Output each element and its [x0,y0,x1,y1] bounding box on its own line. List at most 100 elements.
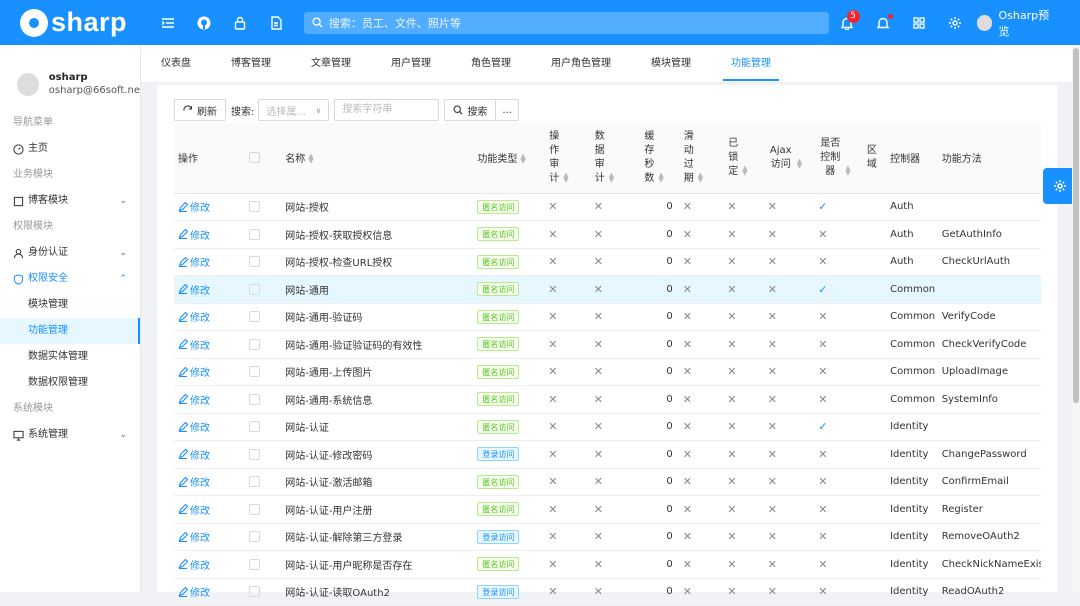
edit-link[interactable]: 修改 [178,199,241,214]
sidebar-item-security[interactable]: 权限安全 ⌃ [0,266,140,292]
tab-article-manage[interactable]: 文章管理 [291,45,371,83]
col-is-controller[interactable]: 是否控制器 ▲ ▼ [814,123,862,194]
select-all-checkbox[interactable] [248,152,260,163]
table-row[interactable]: 修改 网站-通用-上传图片 匿名访问 ✕ ✕ 0 ✕ ✕ ✕ ✕ Common UploadImage [174,358,1041,386]
row-checkbox[interactable] [248,311,260,322]
page-scrollbar[interactable] [1072,45,1080,592]
table-row[interactable]: 修改 网站-认证-用户昵称是否存在 匿名访问 ✕ ✕ 0 ✕ ✕ ✕ ✕ Identity Check… [174,550,1041,579]
row-checkbox[interactable] [248,366,260,377]
settings-button[interactable] [937,0,973,45]
edit-link[interactable]: 修改 [178,502,241,517]
sidebar-item-function-manage[interactable]: 功能管理 [0,318,140,344]
table-row[interactable]: 修改 网站-授权 匿名访问 ✕ ✕ 0 ✕ ✕ ✕ ✓ Auth [174,193,1041,221]
row-checkbox[interactable] [248,476,260,487]
col-locked[interactable]: 已锁定 ▲ ▼ [723,123,764,194]
edit-link[interactable]: 修改 [178,447,241,462]
cell-type: 登录访问 [473,440,545,469]
github-icon[interactable] [186,0,222,45]
col-cache[interactable]: 缓存秒数 ▲ ▼ [639,123,679,194]
edit-link[interactable]: 修改 [178,419,241,434]
tab-function-manage[interactable]: 功能管理 [711,45,791,83]
edit-link[interactable]: 修改 [178,474,241,489]
row-checkbox[interactable] [248,558,260,570]
cross-icon: ✕ [593,200,603,214]
tab-dashboard[interactable]: 仪表盘 [141,45,211,83]
edit-link[interactable]: 修改 [178,254,241,269]
cell-action [937,275,1041,304]
apps-button[interactable] [901,0,937,45]
table-row[interactable]: 修改 网站-认证-用户注册 匿名访问 ✕ ✕ 0 ✕ ✕ ✕ ✕ Identity Register [174,495,1041,524]
table-row[interactable]: 修改 网站-认证-激活邮箱 匿名访问 ✕ ✕ 0 ✕ ✕ ✕ ✕ Identity ConfirmEm… [174,468,1041,496]
row-checkbox[interactable] [248,531,260,542]
property-select[interactable]: 选择属... ∨ [258,99,330,121]
refresh-button[interactable]: 刷新 [174,99,226,121]
sidebar-item-blog[interactable]: 博客模块 ⌄ [0,188,140,214]
sidebar-item-system[interactable]: 系统管理 ⌄ [0,422,140,448]
col-sliding[interactable]: 滑动过期 ▲ ▼ [678,123,724,194]
sidebar-item-data-permission[interactable]: 数据权限管理 [0,370,140,396]
row-checkbox[interactable] [248,201,260,212]
col-audit-op[interactable]: 操作审计 ▲ ▼ [544,123,590,194]
scrollbar-thumb[interactable] [1073,48,1079,403]
col-name[interactable]: 名称 ▲ ▼ [281,123,474,194]
row-checkbox[interactable] [248,228,260,240]
edit-link[interactable]: 修改 [178,392,241,407]
table-row[interactable]: 修改 网站-认证 匿名访问 ✕ ✕ 0 ✕ ✕ ✕ ✓ Identity [174,413,1041,441]
cell-op: 修改 [174,495,245,524]
edit-link[interactable]: 修改 [178,282,241,297]
cell-name: 网站-授权 [281,193,474,221]
table-row[interactable]: 修改 网站-授权-检查URL授权 匿名访问 ✕ ✕ 0 ✕ ✕ ✕ ✕ Auth CheckUrlAu… [174,248,1041,276]
row-checkbox[interactable] [248,283,260,295]
sidebar-item-entity-manage[interactable]: 数据实体管理 [0,344,140,370]
table-row[interactable]: 修改 网站-通用-验证验证码的有效性 匿名访问 ✕ ✕ 0 ✕ ✕ ✕ ✕ Common CheckV… [174,330,1041,359]
row-checkbox[interactable] [248,393,260,405]
table-row[interactable]: 修改 网站-认证-解除第三方登录 登录访问 ✕ ✕ 0 ✕ ✕ ✕ ✕ Identity Remove… [174,523,1041,551]
document-icon[interactable] [258,0,294,45]
col-audit-data[interactable]: 数据审计 ▲ ▼ [589,123,640,194]
global-search[interactable]: 搜索：员工、文件、照片等 [303,11,829,34]
table-row[interactable]: 修改 网站-通用 匿名访问 ✕ ✕ 0 ✕ ✕ ✕ ✓ Common [174,275,1041,304]
tab-module-manage[interactable]: 模块管理 [631,45,711,83]
check-icon: ✓ [818,282,828,296]
menu-fold-icon[interactable] [150,0,186,45]
user-menu[interactable]: Osharp预览 [976,7,1061,39]
edit-link[interactable]: 修改 [178,227,241,242]
tab-blog-manage[interactable]: 博客管理 [211,45,291,83]
app-logo[interactable]: sharp [0,7,150,38]
table-row[interactable]: 修改 网站-授权-获取授权信息 匿名访问 ✕ ✕ 0 ✕ ✕ ✕ ✕ Auth GetAuthInfo [174,220,1041,249]
tab-role-manage[interactable]: 角色管理 [451,45,531,83]
sort-icon: ▲ ▼ [308,152,314,166]
sidebar-item-home[interactable]: 主页 [0,136,140,162]
col-ajax[interactable]: Ajax访问 ▲ ▼ [763,123,815,194]
edit-link[interactable]: 修改 [178,309,241,324]
table-row[interactable]: 修改 网站-通用-系统信息 匿名访问 ✕ ✕ 0 ✕ ✕ ✕ ✕ Common SystemInfo [174,385,1041,414]
edit-link[interactable]: 修改 [178,337,241,352]
edit-link[interactable]: 修改 [178,557,241,572]
task-button[interactable] [865,0,901,45]
lock-icon[interactable] [222,0,258,45]
edit-link[interactable]: 修改 [178,364,241,379]
sort-icon: ▲ ▼ [742,163,748,177]
row-checkbox[interactable] [248,256,260,267]
row-checkbox[interactable] [248,448,260,460]
sidebar-item-label: 系统管理 [28,429,68,440]
more-button[interactable]: ... [495,99,519,121]
notification-button[interactable]: 5 [829,0,865,45]
cross-icon: ✕ [767,365,777,379]
tab-user-manage[interactable]: 用户管理 [371,45,451,83]
table-row[interactable]: 修改 网站-通用-验证码 匿名访问 ✕ ✕ 0 ✕ ✕ ✕ ✕ Common VerifyCode [174,303,1041,331]
cross-icon: ✕ [548,392,558,406]
row-checkbox[interactable] [248,421,260,432]
sidebar-item-module-manage[interactable]: 模块管理 [0,292,140,318]
table-row[interactable]: 修改 网站-认证-修改密码 登录访问 ✕ ✕ 0 ✕ ✕ ✕ ✕ Identity ChangePas… [174,440,1041,469]
col-sliding-label: 滑动过期 [683,130,694,184]
edit-link[interactable]: 修改 [178,529,241,544]
sidebar-item-identity[interactable]: 身份认证 ⌄ [0,240,140,266]
col-type[interactable]: 功能类型 ▲ ▼ [473,123,545,194]
row-checkbox[interactable] [248,338,260,350]
search-input[interactable]: 搜索字符串 [334,99,440,121]
tab-user-role-manage[interactable]: 用户角色管理 [531,45,631,83]
col-op: 操作 [174,123,245,194]
row-checkbox[interactable] [248,503,260,515]
search-button[interactable]: 搜索 [444,99,497,121]
